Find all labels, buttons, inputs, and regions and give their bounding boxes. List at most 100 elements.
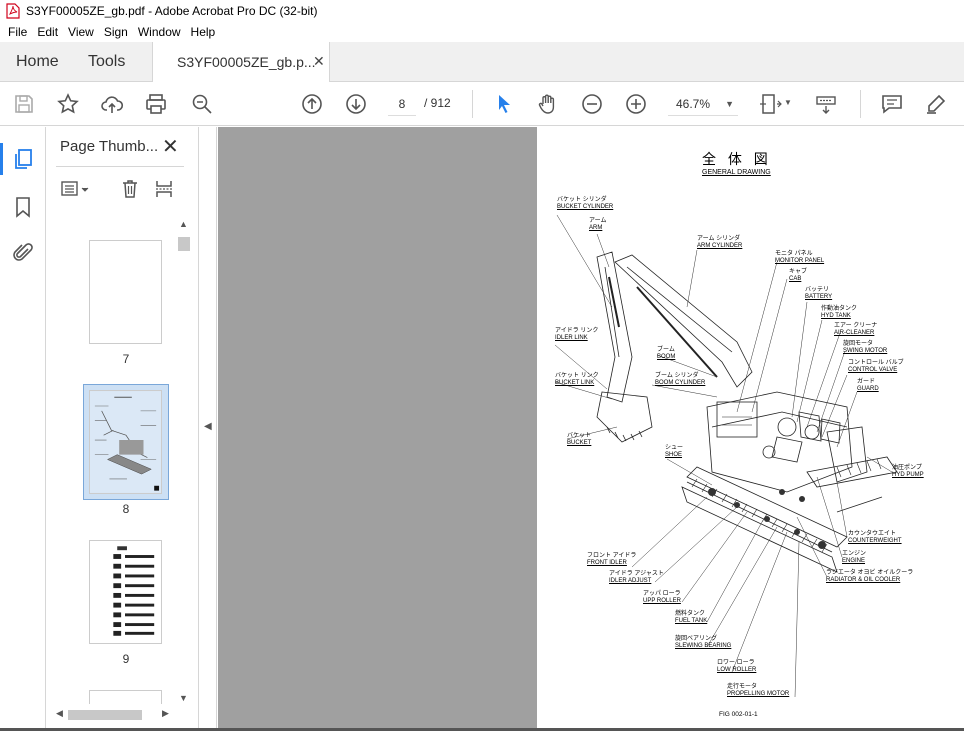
- thumbnail-horizontal-scrollbar[interactable]: ◀ ▶: [54, 707, 178, 723]
- label-en: BOOM: [657, 354, 676, 360]
- keyboard-scroll-icon[interactable]: [814, 92, 838, 116]
- page-total: / 912: [424, 96, 451, 110]
- thumbnail-vertical-scrollbar[interactable]: ▲ ▼: [176, 219, 192, 707]
- label-counterweight: カウンタウエイト COUNTERWEIGHT: [848, 531, 902, 545]
- label-jp: バッテリ: [805, 287, 830, 293]
- label-jp: アッパ ローラ: [643, 591, 681, 597]
- label-jp: バケット: [567, 433, 592, 439]
- label-jp: フロント アイドラ: [587, 553, 637, 559]
- label-jp: アーム: [589, 218, 607, 224]
- collapse-left-icon: ◀: [204, 421, 212, 432]
- menu-file[interactable]: File: [4, 25, 31, 39]
- label-cab: キャブ CAB: [789, 269, 807, 283]
- thumbnail-options-icon[interactable]: [60, 179, 90, 204]
- label-boom-cylinder: ブーム シリンダ BOOM CYLINDER: [655, 373, 705, 387]
- label-hyd-tank: 作動油タンク HYD TANK: [821, 306, 857, 320]
- scroll-up-icon[interactable]: ▲: [179, 219, 188, 229]
- menu-view[interactable]: View: [64, 25, 98, 39]
- label-front-idler: フロント アイドラ FRONT IDLER: [587, 553, 636, 567]
- close-panel-icon[interactable]: ✕: [162, 134, 179, 159]
- zoom-level-value: 46.7%: [676, 97, 711, 111]
- page-thumbnails-icon[interactable]: [11, 147, 35, 171]
- menu-help[interactable]: Help: [187, 25, 220, 39]
- document-view[interactable]: 全 体 図 GENERAL DRAWING バケット シリンダ BUCKET C…: [218, 127, 964, 731]
- label-en: FRONT IDLER: [587, 560, 627, 566]
- prev-page-icon[interactable]: [300, 92, 324, 116]
- label-jp: 旋回モータ: [843, 341, 874, 347]
- label-air-cleaner: エアー クリーナ AIR-CLEANER: [834, 323, 877, 337]
- scroll-left-icon[interactable]: ◀: [56, 708, 63, 719]
- tab-home[interactable]: Home: [16, 53, 59, 71]
- next-page-icon[interactable]: [344, 92, 368, 116]
- label-en: ENGINE: [842, 558, 866, 564]
- pdf-app-icon: [6, 3, 20, 19]
- label-hyd-pump: 油圧ポンプ HYD PUMP: [892, 465, 924, 479]
- label-battery: バッテリ BATTERY: [805, 287, 832, 301]
- cloud-upload-icon[interactable]: [100, 92, 124, 116]
- scroll-thumb-horizontal[interactable]: [68, 710, 142, 720]
- panel-collapse-handle[interactable]: ◀: [199, 127, 217, 731]
- thumbnail-page-9[interactable]: [89, 540, 162, 644]
- comment-icon[interactable]: [880, 92, 904, 116]
- scroll-thumb[interactable]: [178, 237, 190, 251]
- page-fit-icon[interactable]: [758, 92, 782, 116]
- label-guard: ガード GUARD: [857, 379, 879, 393]
- menu-window[interactable]: Window: [134, 25, 185, 39]
- extract-pages-icon[interactable]: [154, 179, 174, 204]
- menu-edit[interactable]: Edit: [33, 25, 62, 39]
- label-jp: キャブ: [789, 269, 808, 275]
- tab-document[interactable]: S3YF00005ZE_gb.p... ✕: [152, 42, 330, 83]
- label-jp: カウンタウエイト: [848, 531, 897, 537]
- zoom-level-select[interactable]: 46.7% ▼: [668, 92, 738, 116]
- label-en: HYD PUMP: [892, 472, 924, 478]
- label-upp-roller: アッパ ローラ UPP ROLLER: [643, 591, 681, 605]
- zoom-out-icon[interactable]: [580, 92, 604, 116]
- thumbnail-page-8[interactable]: [89, 390, 162, 494]
- tab-close-icon[interactable]: ✕: [313, 53, 325, 70]
- attachments-icon[interactable]: [11, 241, 35, 265]
- label-en: ARM: [589, 225, 603, 231]
- zoom-search-icon[interactable]: [190, 92, 214, 116]
- label-en: AIR-CLEANER: [834, 330, 875, 336]
- label-jp: バケット リンク: [555, 373, 599, 379]
- label-en: BUCKET LINK: [555, 380, 595, 386]
- zoom-in-icon[interactable]: [624, 92, 648, 116]
- hand-tool-icon[interactable]: [536, 92, 560, 116]
- label-bucket-cylinder: バケット シリンダ BUCKET CYLINDER: [557, 197, 613, 211]
- select-cursor-icon[interactable]: [492, 92, 516, 116]
- label-en: PROPELLING MOTOR: [727, 691, 790, 697]
- label-arm: アーム ARM: [589, 218, 606, 232]
- label-en: SWING MOTOR: [843, 348, 888, 354]
- label-jp: 油圧ポンプ: [892, 465, 922, 471]
- label-en: IDLER LINK: [555, 335, 588, 341]
- label-bucket-link: バケット リンク BUCKET LINK: [555, 373, 599, 387]
- thumbnail-page-10[interactable]: [89, 690, 162, 704]
- label-boom: ブーム BOOM: [657, 347, 675, 361]
- tab-tools[interactable]: Tools: [88, 53, 125, 71]
- print-icon[interactable]: [144, 92, 168, 116]
- page-fit-chevron-icon[interactable]: ▼: [784, 98, 792, 107]
- save-icon[interactable]: [12, 92, 36, 116]
- label-jp: アイドラ アジャスト: [609, 571, 664, 577]
- page-number-input[interactable]: 8: [388, 92, 416, 116]
- thumbnail-page-7[interactable]: [89, 240, 162, 344]
- label-swing-motor: 旋回モータ SWING MOTOR: [843, 341, 887, 355]
- page-thumbnails-panel: Page Thumb... ✕ 7 8 9 ▲ ▼ ◀ ▶: [46, 127, 199, 731]
- label-en: BOOM CYLINDER: [655, 380, 706, 386]
- bookmark-star-icon[interactable]: [56, 92, 80, 116]
- label-jp: 走行モータ: [727, 684, 758, 690]
- toolbar-divider: [472, 90, 473, 118]
- label-en: CONTROL VALVE: [848, 367, 898, 373]
- menu-sign[interactable]: Sign: [100, 25, 132, 39]
- delete-page-icon[interactable]: [120, 179, 140, 204]
- bookmarks-icon[interactable]: [11, 195, 35, 219]
- label-control-valve: コントロール バルブ CONTROL VALVE: [848, 360, 904, 374]
- scroll-down-icon[interactable]: ▼: [179, 693, 188, 703]
- highlight-pen-icon[interactable]: [924, 92, 948, 116]
- label-idler-adjust: アイドラ アジャスト IDLER ADJUST: [609, 571, 664, 585]
- label-monitor-panel: モニタ パネル MONITOR PANEL: [775, 251, 824, 265]
- scroll-right-icon[interactable]: ▶: [162, 708, 169, 719]
- toolbar: 8 / 912 46.7% ▼ ▼: [0, 82, 964, 126]
- label-en: LOW ROLLER: [717, 667, 757, 673]
- label-bucket: バケット BUCKET: [567, 433, 591, 447]
